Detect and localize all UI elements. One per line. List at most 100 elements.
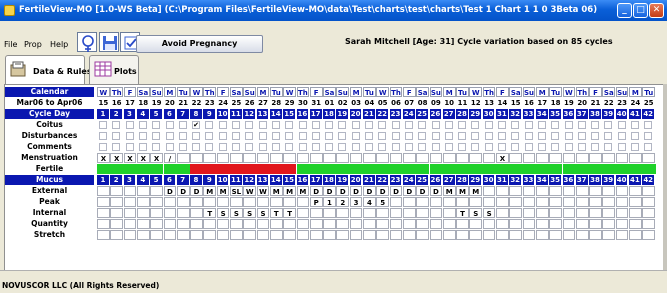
checkbox[interactable] bbox=[537, 121, 546, 129]
detail-cell[interactable] bbox=[402, 219, 416, 229]
checkbox[interactable] bbox=[418, 132, 427, 140]
checkbox[interactable] bbox=[271, 121, 280, 129]
menstruation-cell[interactable] bbox=[402, 153, 416, 163]
checkbox-cell[interactable] bbox=[97, 120, 110, 130]
detail-cell[interactable] bbox=[323, 208, 336, 218]
close-button[interactable]: ✕ bbox=[649, 3, 664, 18]
menstruation-cell[interactable] bbox=[363, 153, 376, 163]
checkbox-cell[interactable] bbox=[203, 131, 217, 141]
checkbox[interactable] bbox=[192, 143, 201, 151]
checkbox-cell[interactable] bbox=[642, 142, 656, 152]
checkbox[interactable] bbox=[245, 121, 254, 129]
checkbox-cell[interactable] bbox=[363, 142, 376, 152]
detail-cell[interactable] bbox=[429, 219, 443, 229]
menstruation-cell[interactable] bbox=[442, 153, 456, 163]
detail-cell[interactable] bbox=[589, 186, 602, 196]
detail-cell[interactable] bbox=[549, 219, 562, 229]
vertical-scrollbar[interactable] bbox=[663, 84, 667, 270]
checkbox-cell[interactable] bbox=[150, 142, 163, 152]
checkbox[interactable] bbox=[644, 132, 653, 140]
menstruation-cell[interactable] bbox=[203, 153, 217, 163]
checkbox[interactable] bbox=[551, 121, 560, 129]
detail-cell[interactable] bbox=[535, 186, 549, 196]
detail-cell[interactable] bbox=[389, 230, 403, 240]
checkbox-cell[interactable] bbox=[522, 120, 536, 130]
checkbox[interactable] bbox=[591, 132, 600, 140]
checkbox-cell[interactable] bbox=[256, 120, 270, 130]
checkbox-cell[interactable] bbox=[482, 131, 496, 141]
checkbox-cell[interactable] bbox=[163, 142, 177, 152]
checkbox-cell[interactable] bbox=[176, 120, 190, 130]
checkbox-cell[interactable] bbox=[535, 120, 549, 130]
checkbox-cell[interactable] bbox=[123, 131, 137, 141]
detail-cell[interactable] bbox=[456, 219, 469, 229]
checkbox[interactable] bbox=[511, 132, 520, 140]
menstruation-cell[interactable] bbox=[509, 153, 523, 163]
menstruation-cell[interactable]: X bbox=[136, 153, 150, 163]
detail-cell[interactable] bbox=[562, 219, 576, 229]
checkbox[interactable] bbox=[378, 132, 387, 140]
checkbox-cell[interactable] bbox=[190, 142, 203, 152]
detail-cell[interactable] bbox=[296, 230, 310, 240]
detail-cell[interactable] bbox=[615, 186, 629, 196]
detail-cell[interactable] bbox=[216, 197, 230, 207]
checkbox-cell[interactable] bbox=[496, 131, 509, 141]
checkbox-cell[interactable] bbox=[442, 131, 456, 141]
checkbox[interactable] bbox=[511, 121, 520, 129]
detail-cell[interactable] bbox=[615, 230, 629, 240]
checkbox[interactable] bbox=[325, 121, 334, 129]
detail-cell[interactable] bbox=[163, 219, 177, 229]
menstruation-cell[interactable] bbox=[642, 153, 656, 163]
checkbox[interactable] bbox=[285, 132, 294, 140]
detail-cell[interactable]: S bbox=[482, 208, 496, 218]
checkbox-cell[interactable] bbox=[216, 131, 230, 141]
detail-cell[interactable] bbox=[429, 230, 443, 240]
detail-cell[interactable]: M bbox=[442, 186, 456, 196]
checkbox-cell[interactable] bbox=[349, 120, 363, 130]
checkbox-cell[interactable] bbox=[389, 142, 403, 152]
checkbox[interactable] bbox=[604, 121, 613, 129]
detail-cell[interactable] bbox=[363, 219, 376, 229]
detail-cell[interactable] bbox=[283, 197, 296, 207]
checkbox[interactable] bbox=[205, 132, 214, 140]
checkbox[interactable] bbox=[631, 132, 639, 140]
detail-cell[interactable]: D bbox=[309, 186, 323, 196]
detail-cell[interactable] bbox=[589, 230, 602, 240]
detail-cell[interactable] bbox=[136, 219, 150, 229]
checkbox-cell[interactable] bbox=[522, 131, 536, 141]
detail-cell[interactable] bbox=[509, 219, 523, 229]
checkbox-cell[interactable] bbox=[535, 142, 549, 152]
checkbox-cell[interactable] bbox=[549, 142, 562, 152]
detail-cell[interactable] bbox=[376, 208, 390, 218]
menstruation-cell[interactable] bbox=[522, 153, 536, 163]
detail-cell[interactable]: D bbox=[336, 186, 350, 196]
menstruation-cell[interactable] bbox=[190, 153, 203, 163]
checkbox[interactable] bbox=[365, 143, 373, 151]
menstruation-cell[interactable] bbox=[389, 153, 403, 163]
checkbox-cell[interactable] bbox=[123, 142, 137, 152]
checkbox-cell[interactable] bbox=[549, 120, 562, 130]
checkbox-cell[interactable] bbox=[615, 131, 629, 141]
detail-cell[interactable] bbox=[389, 219, 403, 229]
detail-cell[interactable]: D bbox=[416, 186, 429, 196]
checkbox[interactable] bbox=[138, 121, 147, 129]
detail-cell[interactable] bbox=[469, 197, 483, 207]
checkbox[interactable] bbox=[378, 143, 387, 151]
detail-cell[interactable] bbox=[296, 208, 310, 218]
checkbox-cell[interactable] bbox=[296, 142, 310, 152]
detail-cell[interactable] bbox=[363, 208, 376, 218]
checkbox[interactable] bbox=[524, 121, 533, 129]
checkbox[interactable] bbox=[152, 121, 161, 129]
checkbox-cell[interactable] bbox=[150, 120, 163, 130]
checkbox[interactable] bbox=[471, 121, 480, 129]
checkbox[interactable] bbox=[99, 121, 107, 129]
checkbox-cell[interactable] bbox=[363, 131, 376, 141]
checkbox[interactable] bbox=[617, 121, 626, 129]
maximize-button[interactable]: □ bbox=[633, 3, 648, 18]
checkbox-cell[interactable] bbox=[309, 142, 323, 152]
checkbox[interactable] bbox=[165, 143, 174, 151]
detail-cell[interactable] bbox=[509, 208, 523, 218]
checkbox[interactable] bbox=[138, 132, 147, 140]
checkbox-cell[interactable] bbox=[402, 131, 416, 141]
checkbox[interactable] bbox=[125, 132, 134, 140]
